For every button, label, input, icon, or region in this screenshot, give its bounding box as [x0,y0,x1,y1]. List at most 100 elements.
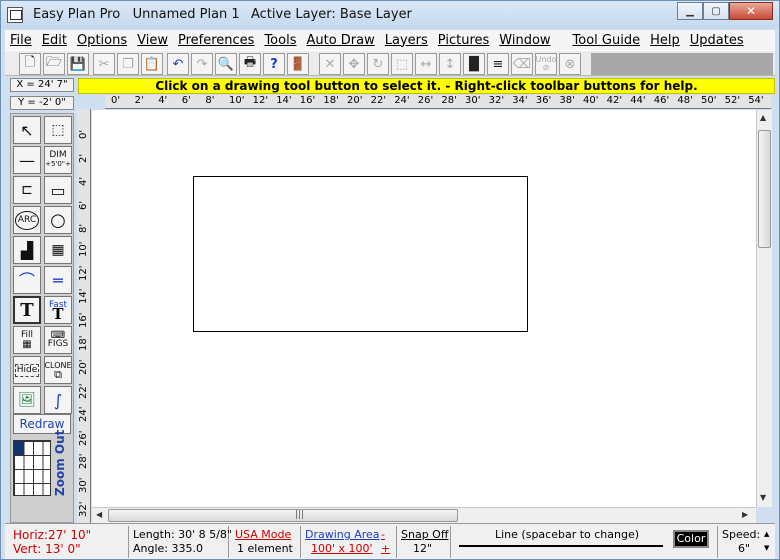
minimize-button[interactable]: ▁ [677,2,703,20]
stretch-vertical-icon[interactable]: ↕ [439,53,461,75]
fast-text-tool-button[interactable]: Fast T [44,296,72,324]
drawing-canvas[interactable] [92,110,756,507]
vruler-tick: 10' [78,241,89,257]
tag-icon[interactable]: ⌫ [511,53,533,75]
drawn-rectangle[interactable] [193,176,528,332]
menu-view[interactable]: View [132,33,173,48]
menu-file[interactable]: File [5,33,37,48]
menu-layers[interactable]: Layers [380,33,433,48]
speed-up-icon[interactable]: ▲ [764,530,769,538]
figures-tool-button[interactable]: ⌨ FIGS [44,326,72,354]
select-arrow-icon[interactable]: ↖ [13,116,41,144]
rectangle-tool-icon[interactable]: ▭ [44,176,72,204]
scroll-up-icon[interactable]: ▲ [760,113,766,122]
clone-tool-button[interactable]: CLONE ⧉ [44,356,72,384]
hruler-tick: 22' [370,95,387,106]
vruler-tick: 18' [78,335,89,352]
paste-icon[interactable]: 📋 [141,53,163,75]
open-folder-icon[interactable]: 🗁 [43,53,65,75]
menu-pictures[interactable]: Pictures [433,33,494,48]
area-decrease-button[interactable]: - [381,528,385,541]
line-tool-icon[interactable]: — [13,146,41,174]
curve-tool-icon[interactable]: ⌒ [13,266,41,294]
menu-updates[interactable]: Updates [685,33,749,48]
drawing-area-link[interactable]: Drawing Area [305,528,380,541]
arc-tool-button[interactable]: ARC [13,206,41,234]
zoom-out-button[interactable]: Zoom Out [53,430,67,496]
vertical-scrollbar[interactable]: ▲ ▼ [756,110,772,507]
status-position: Horiz:27' 10" Vert: 13' 0" [9,526,129,558]
print-icon[interactable]: 🖶 [239,53,261,75]
undo-icon[interactable]: ↶ [167,53,189,75]
menu-tool-guide[interactable]: Tool Guide [568,33,646,48]
circle-tool-icon[interactable]: ○ [44,206,72,234]
usa-mode-link[interactable]: USA Mode [235,528,291,541]
menu-tools[interactable]: Tools [259,33,301,48]
dimension-tool-button[interactable]: DIM +5'0"+ [44,146,72,174]
menu-edit[interactable]: Edit [37,33,72,48]
text-tool-button[interactable]: T [13,296,41,324]
polyline-tool-icon[interactable]: ⊏ [13,176,41,204]
resize-box-icon[interactable]: ⬚ [391,53,413,75]
double-line-tool-icon[interactable]: ═ [44,266,72,294]
freehand-tool-icon[interactable]: ∫ [44,386,72,414]
area-increase-button[interactable]: + [381,542,390,555]
hruler-tick: 40' [583,95,599,106]
hruler-tick: 30' [465,95,481,106]
menu-auto-draw[interactable]: Auto Draw [301,33,379,48]
maximize-button[interactable]: ▢ [703,2,729,20]
rotate-icon[interactable]: ↻ [367,53,389,75]
hruler-tick: 46' [653,95,670,106]
hruler-tick: 18' [323,95,339,106]
vruler-tick: 8' [78,224,89,234]
cancel-circle-icon[interactable]: ⊗ [559,53,581,75]
fill-tool-button[interactable]: Fill ▦ [13,326,41,354]
hruler-tick: 44' [630,95,646,106]
app-icon[interactable] [7,7,23,23]
move-arrows-icon[interactable]: ✥ [343,53,365,75]
undo-zero-button[interactable]: Undo ⊘ [535,53,557,75]
vruler-tick: 24' [78,406,89,423]
delete-x-icon[interactable]: ✕ [319,53,341,75]
vruler-tick: 32' [78,501,89,517]
menu-window[interactable]: Window [494,33,555,48]
speed-down-icon[interactable]: ▼ [764,544,769,552]
status-drawing-area: Drawing Area - 100' x 100' + [301,526,397,558]
scroll-right-icon[interactable]: ▶ [742,510,748,519]
copy-icon[interactable]: ❐ [117,53,139,75]
horizontal-ruler: 0' 2' 4' 6' 8' 10' 12' 14' 16' 18' 20' 22' 24' 26' 28'… [105,95,771,109]
wall-tool-icon[interactable]: ▟ [13,236,41,264]
menu-bar: File Edit Options View Preferences Tools… [5,30,775,50]
menu-options[interactable]: Options [72,33,132,48]
line-style-icon[interactable]: ≡ [487,53,509,75]
hruler-tick: 20' [347,95,363,106]
color-button[interactable]: Color [673,530,709,548]
help-question-icon[interactable]: ? [263,53,285,75]
menu-help[interactable]: Help [645,33,685,48]
box-select-icon[interactable]: ⬚ [44,116,72,144]
mirror-bars-icon[interactable]: ▐▌ [463,53,485,75]
hruler-tick: 24' [394,95,410,106]
close-button[interactable]: ✕ [729,2,773,20]
zoom-magnifier-icon[interactable]: 🔍 [215,53,237,75]
hide-tool-button[interactable]: Hide [13,356,41,384]
horizontal-scroll-thumb[interactable]: ||| [108,509,458,522]
menu-preferences[interactable]: Preferences [173,33,259,48]
stretch-horizontal-icon[interactable]: ↔ [415,53,437,75]
picture-tool-icon[interactable]: 🖼 [13,386,41,414]
scroll-left-icon[interactable]: ◀ [96,510,102,519]
scroll-down-icon[interactable]: ▼ [760,493,766,502]
vruler-tick: 16' [78,312,89,328]
zoom-grid[interactable] [13,440,51,496]
save-icon[interactable]: 💾 [67,53,89,75]
vertical-scroll-thumb[interactable] [758,130,771,248]
hruler-tick: 32' [488,95,505,106]
exit-door-icon[interactable]: 🚪 [287,53,309,75]
snap-toggle[interactable]: Snap Off [401,528,448,541]
new-file-icon[interactable]: 🗋 [19,53,41,75]
horizontal-scrollbar[interactable]: ◀ ||| ▶ [92,507,756,523]
hruler-tick: 48' [677,95,693,106]
redo-icon[interactable]: ↷ [191,53,213,75]
window-grid-tool-icon[interactable]: ▦ [44,236,72,264]
cut-icon[interactable]: ✂ [93,53,115,75]
